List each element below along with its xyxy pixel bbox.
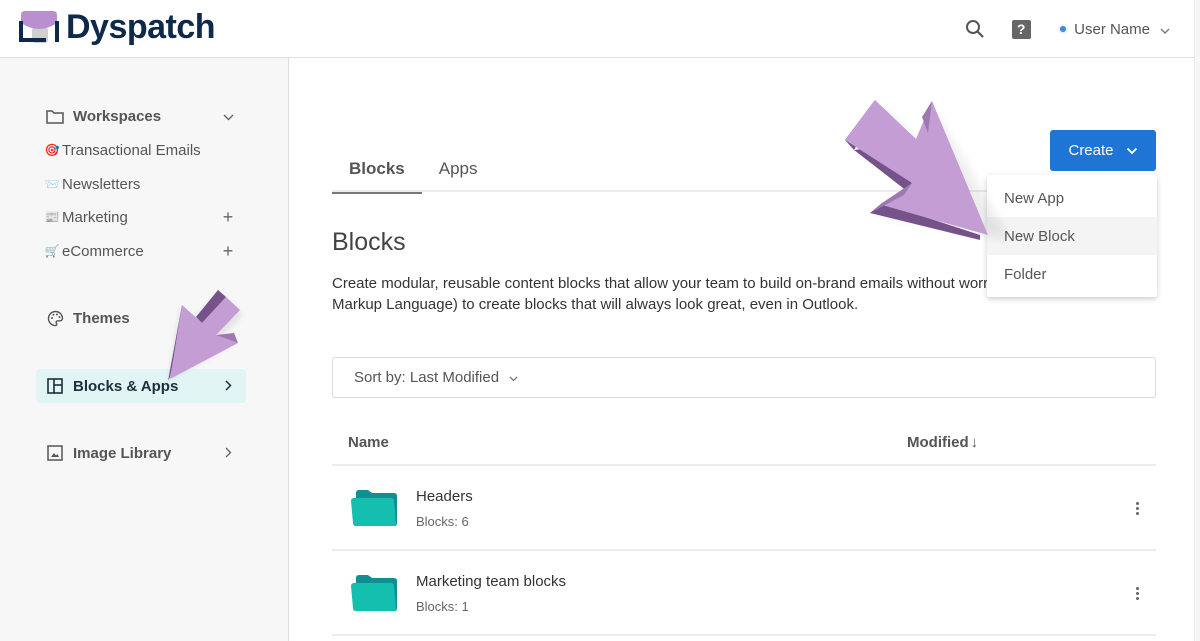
workspace-label: eCommerce bbox=[62, 242, 144, 260]
description-line: Markup Language) to create blocks that w… bbox=[332, 296, 859, 313]
create-button[interactable]: Create bbox=[1050, 130, 1156, 171]
blocks-layout-icon bbox=[46, 377, 64, 395]
status-dot bbox=[1060, 26, 1067, 32]
more-options-icon[interactable] bbox=[1130, 581, 1144, 605]
create-dropdown-menu: New App New Block Folder bbox=[987, 175, 1157, 297]
themes-label: Themes bbox=[73, 309, 130, 327]
workspace-item[interactable]: 🛒 eCommerce + bbox=[44, 238, 246, 264]
page-title: Blocks bbox=[332, 228, 406, 256]
page-description: Create modular, reusable content blocks … bbox=[332, 273, 1012, 315]
sidebar-item-image-library[interactable]: Image Library bbox=[36, 436, 246, 470]
user-menu[interactable]: User Name bbox=[1060, 21, 1170, 38]
column-header-modified[interactable]: Modified ↓ bbox=[907, 434, 978, 451]
menu-item-new-block[interactable]: New Block bbox=[987, 217, 1157, 255]
block-count: Blocks: 1 bbox=[416, 599, 469, 614]
chevron-down-icon[interactable] bbox=[220, 108, 236, 125]
workspace-item[interactable]: 📰 Marketing + bbox=[44, 204, 246, 230]
workspace-label: Newsletters bbox=[62, 175, 141, 193]
chevron-right-icon bbox=[220, 378, 236, 395]
table-row[interactable]: Headers Blocks: 6 bbox=[332, 466, 1156, 551]
modified-label: Modified bbox=[907, 434, 969, 451]
newspaper-icon: 📰 bbox=[44, 210, 60, 224]
chevron-right-icon bbox=[220, 445, 236, 462]
workspace-item[interactable]: 📨 Newsletters bbox=[44, 171, 246, 197]
plus-icon[interactable]: + bbox=[220, 207, 236, 228]
chevron-down-icon bbox=[1126, 142, 1138, 159]
workspace-label: Marketing bbox=[62, 208, 128, 226]
search-button[interactable] bbox=[960, 14, 990, 44]
scrollbar[interactable] bbox=[1194, 0, 1200, 641]
tab-apps[interactable]: Apps bbox=[422, 146, 495, 192]
menu-item-folder[interactable]: Folder bbox=[987, 255, 1157, 293]
description-line: Create modular, reusable content blocks … bbox=[332, 275, 1012, 292]
sort-label: Sort by: Last Modified bbox=[354, 369, 500, 386]
top-bar: Dyspatch ? User Name bbox=[0, 0, 1200, 58]
sort-dropdown[interactable]: Sort by: Last Modified bbox=[332, 357, 1156, 398]
image-icon bbox=[46, 444, 64, 462]
help-icon: ? bbox=[1011, 19, 1031, 39]
folder-name: Marketing team blocks bbox=[416, 573, 567, 590]
palette-icon bbox=[46, 309, 64, 327]
block-count: Blocks: 6 bbox=[416, 514, 469, 529]
folder-icon bbox=[351, 490, 397, 526]
workspace-label: Transactional Emails bbox=[62, 141, 201, 159]
workspaces-label: Workspaces bbox=[73, 107, 162, 125]
sidebar-item-blocks-apps[interactable]: Blocks & Apps bbox=[36, 369, 246, 403]
folder-icon bbox=[46, 107, 64, 125]
envelope-logo-icon bbox=[18, 9, 64, 47]
more-options-icon[interactable] bbox=[1130, 496, 1144, 520]
workspace-item[interactable]: 🎯 Transactional Emails bbox=[44, 137, 246, 163]
sort-down-arrow-icon: ↓ bbox=[970, 434, 979, 451]
plus-icon[interactable]: + bbox=[220, 241, 236, 262]
blocks-apps-label: Blocks & Apps bbox=[73, 377, 179, 395]
user-name: User Name bbox=[1074, 20, 1150, 38]
chevron-down-icon bbox=[509, 369, 518, 386]
dyspatch-logo[interactable]: Dyspatch bbox=[18, 8, 216, 47]
folder-name: Headers bbox=[416, 488, 473, 505]
chevron-down-icon bbox=[1160, 21, 1170, 38]
sidebar-item-workspaces[interactable]: Workspaces bbox=[36, 99, 246, 133]
table-row[interactable]: Marketing team blocks Blocks: 1 bbox=[332, 551, 1156, 636]
incoming-envelope-icon: 📨 bbox=[44, 177, 60, 191]
column-header-name[interactable]: Name bbox=[348, 434, 389, 451]
main-content: Blocks Apps Create New App New Block Fol… bbox=[290, 58, 1194, 641]
target-icon: 🎯 bbox=[44, 143, 60, 157]
table-header: Name Modified ↓ bbox=[332, 422, 1156, 466]
shopping-cart-icon: 🛒 bbox=[44, 244, 60, 258]
search-icon bbox=[966, 20, 984, 38]
folder-icon bbox=[351, 575, 397, 611]
sidebar-item-themes[interactable]: Themes bbox=[36, 301, 246, 335]
create-label: Create bbox=[1068, 142, 1114, 159]
menu-item-new-app[interactable]: New App bbox=[987, 179, 1157, 217]
image-library-label: Image Library bbox=[73, 444, 172, 462]
tab-blocks[interactable]: Blocks bbox=[332, 146, 422, 194]
help-button[interactable]: ? bbox=[1006, 14, 1036, 44]
sidebar: Workspaces 🎯 Transactional Emails 📨 News… bbox=[0, 58, 289, 641]
brand-name: Dyspatch bbox=[66, 8, 216, 46]
